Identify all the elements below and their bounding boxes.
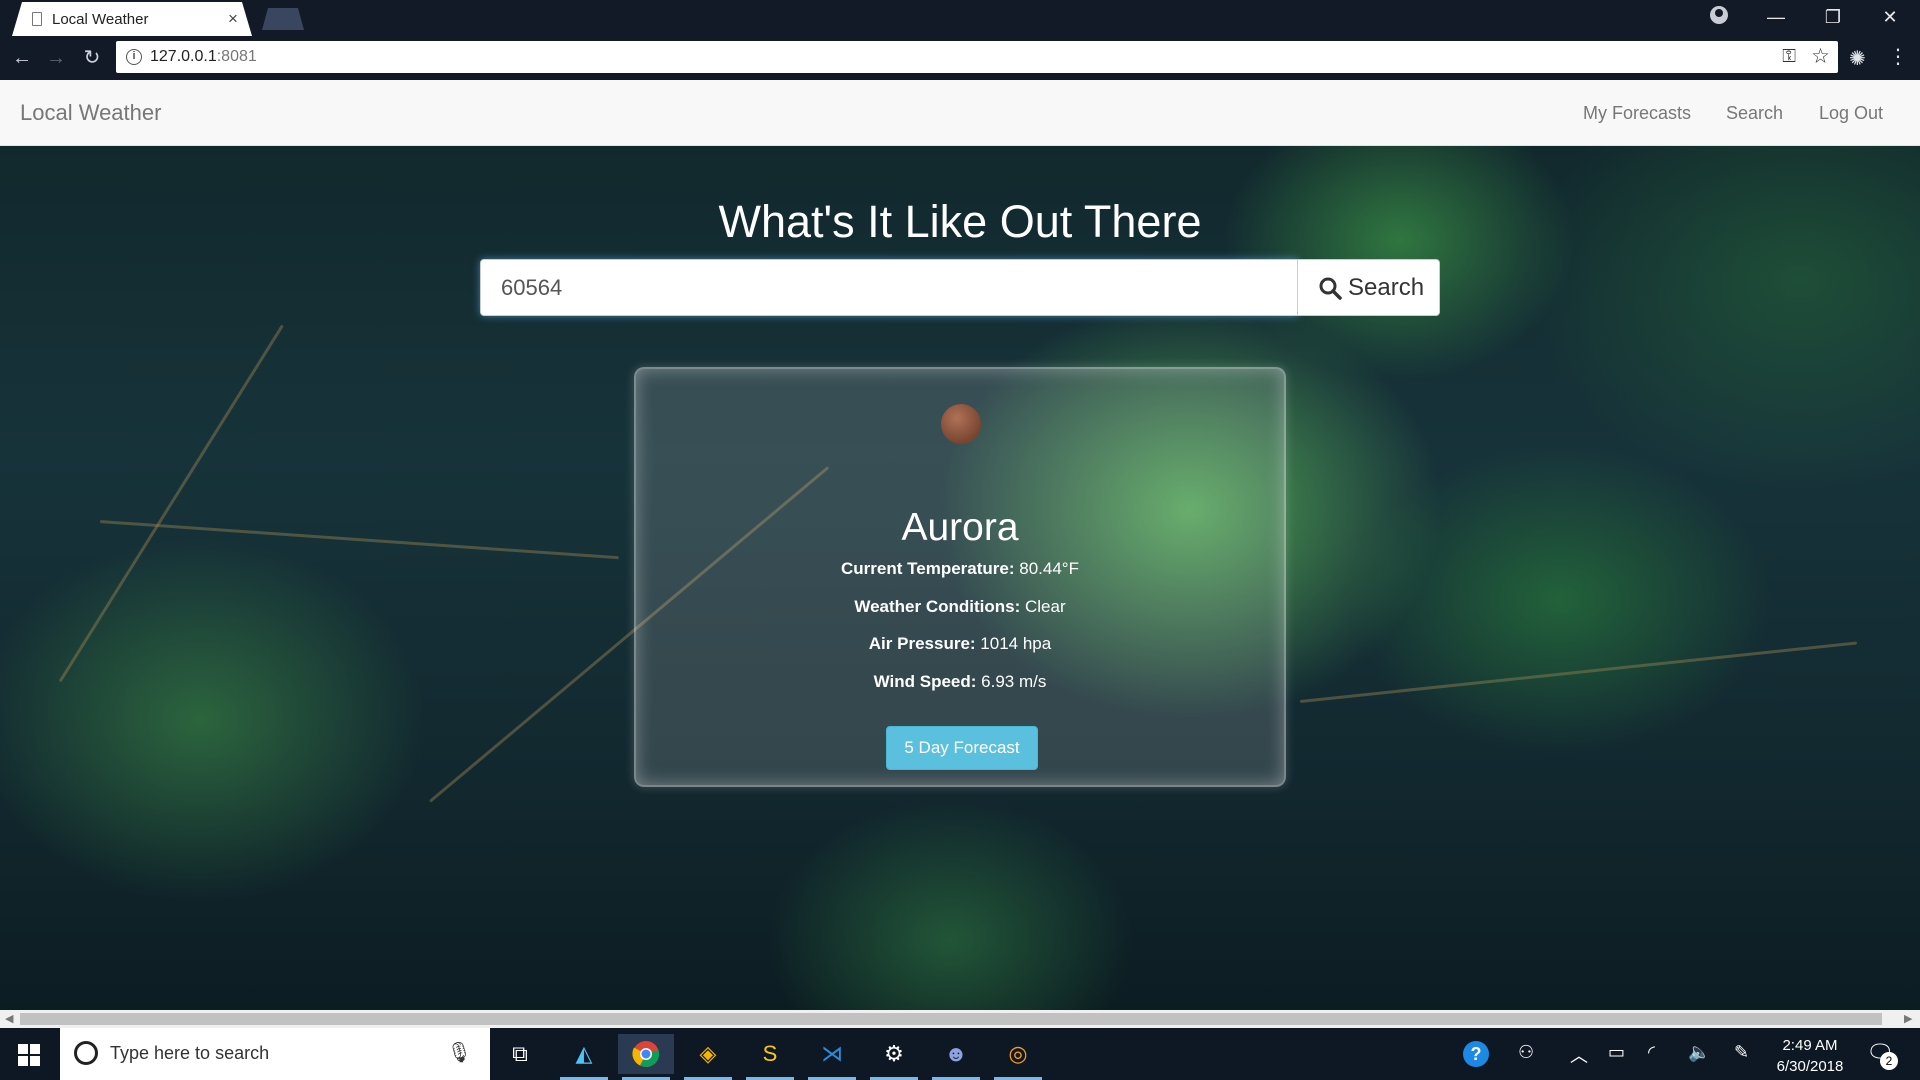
stat-conditions: Weather Conditions: Clear xyxy=(854,597,1066,616)
page-viewport: Local Weather My Forecasts Search Log Ou… xyxy=(0,80,1920,1010)
zip-search-form: Search xyxy=(480,259,1440,316)
background-decoration xyxy=(58,324,284,683)
battery-icon[interactable]: ▭ xyxy=(1608,1042,1625,1063)
notification-count-badge: 2 xyxy=(1880,1052,1898,1070)
overwatch-icon[interactable]: ◎ xyxy=(990,1034,1046,1080)
page-icon xyxy=(32,12,42,26)
visual-studio-installer-icon[interactable]: ◭ xyxy=(556,1034,612,1080)
taskbar-search-placeholder: Type here to search xyxy=(110,1043,270,1063)
microphone-icon[interactable]: 🎙 xyxy=(447,1040,472,1065)
clock-time: 2:49 AM xyxy=(1782,1037,1838,1054)
windows-start-icon[interactable] xyxy=(18,1044,40,1066)
new-tab-button[interactable] xyxy=(262,8,304,30)
extension-icon[interactable]: ✺ xyxy=(1849,46,1866,71)
site-brand[interactable]: Local Weather xyxy=(20,100,161,126)
tab-title: Local Weather xyxy=(52,11,149,28)
city-name: Aurora xyxy=(901,506,1019,549)
browser-toolbar: ← → ↻ i 127.0.0.1:8081 ⚿ ☆ ✺ ⋮ xyxy=(0,36,1920,80)
pen-icon[interactable]: ✎ xyxy=(1734,1042,1749,1063)
close-window-button[interactable]: ✕ xyxy=(1870,4,1910,30)
account-icon[interactable] xyxy=(1710,6,1728,24)
scrollbar-thumb[interactable] xyxy=(20,1013,1882,1025)
forward-button[interactable]: → xyxy=(42,44,70,72)
vscode-icon[interactable]: ⋊ xyxy=(804,1034,860,1080)
wifi-icon[interactable]: ◜ xyxy=(1648,1042,1655,1063)
volume-icon[interactable]: 🔈 xyxy=(1688,1042,1710,1063)
taskbar-search-box[interactable]: Type here to search 🎙 xyxy=(60,1028,490,1080)
browser-tab[interactable]: Local Weather × xyxy=(12,2,252,36)
taskbar-clock[interactable]: 2:49 AM 6/30/2018 xyxy=(1772,1035,1848,1077)
discord-icon[interactable]: ☻ xyxy=(928,1034,984,1080)
site-info-icon[interactable]: i xyxy=(126,49,142,65)
weather-clear-icon xyxy=(941,404,981,444)
background-decoration xyxy=(99,520,619,560)
five-day-forecast-button[interactable]: 5 Day Forecast xyxy=(886,726,1038,770)
show-hidden-icons-icon[interactable]: ︿ xyxy=(1570,1042,1588,1068)
chrome-logo xyxy=(632,1041,660,1068)
scroll-right-icon[interactable]: ▶ xyxy=(1904,1012,1912,1025)
stat-air-pressure: Air Pressure: 1014 hpa xyxy=(868,634,1052,653)
stat-temperature: Current Temperature: 80.44°F xyxy=(841,559,1079,578)
back-button[interactable]: ← xyxy=(8,44,36,72)
clock-date: 6/30/2018 xyxy=(1776,1058,1844,1075)
tab-close-icon[interactable]: × xyxy=(228,9,238,29)
page-title: What's It Like Out There xyxy=(718,196,1202,247)
weather-card: Aurora Current Temperature: 80.44°F Weat… xyxy=(634,367,1286,787)
nav-search[interactable]: Search xyxy=(1726,103,1783,124)
address-bar[interactable]: i 127.0.0.1:8081 ⚿ ☆ xyxy=(116,41,1838,73)
horizontal-scrollbar[interactable]: ◀ ▶ xyxy=(0,1010,1920,1028)
search-button-label: Search xyxy=(1348,274,1425,301)
search-button[interactable]: Search xyxy=(1297,259,1440,316)
site-navbar: Local Weather My Forecasts Search Log Ou… xyxy=(0,80,1920,146)
help-icon[interactable]: ? xyxy=(1463,1041,1489,1067)
stat-wind-speed: Wind Speed: 6.93 m/s xyxy=(873,672,1047,691)
zip-code-input[interactable] xyxy=(480,259,1298,316)
bookmark-star-icon[interactable]: ☆ xyxy=(1811,44,1830,69)
windows-taskbar: Type here to search 🎙 ⧉ ◭ ◈ S ⋊ ⚙ ☻ ◎ ? … xyxy=(0,1028,1920,1080)
browser-titlebar: Local Weather × — ❐ ✕ xyxy=(0,0,1920,36)
url-text[interactable]: 127.0.0.1:8081 xyxy=(150,48,257,66)
cortana-icon xyxy=(74,1041,98,1065)
scroll-left-icon[interactable]: ◀ xyxy=(5,1012,13,1025)
key-icon[interactable]: ⚿ xyxy=(1782,46,1796,67)
minimize-button[interactable]: — xyxy=(1756,4,1796,30)
browser-menu-icon[interactable]: ⋮ xyxy=(1888,44,1908,69)
task-view-icon[interactable]: ⧉ xyxy=(492,1034,548,1074)
maximize-button[interactable]: ❐ xyxy=(1813,4,1853,30)
people-icon[interactable]: ⚇ xyxy=(1518,1042,1534,1063)
chrome-icon[interactable] xyxy=(618,1034,674,1080)
sublime-icon[interactable]: S xyxy=(742,1034,798,1080)
nav-log-out[interactable]: Log Out xyxy=(1819,103,1883,124)
search-icon xyxy=(1319,277,1342,300)
gitkraken-icon[interactable]: ◈ xyxy=(680,1034,736,1080)
steam-icon[interactable]: ⚙ xyxy=(866,1034,922,1080)
reload-button[interactable]: ↻ xyxy=(78,44,106,72)
background-decoration xyxy=(1299,641,1858,703)
nav-my-forecasts[interactable]: My Forecasts xyxy=(1583,103,1691,124)
